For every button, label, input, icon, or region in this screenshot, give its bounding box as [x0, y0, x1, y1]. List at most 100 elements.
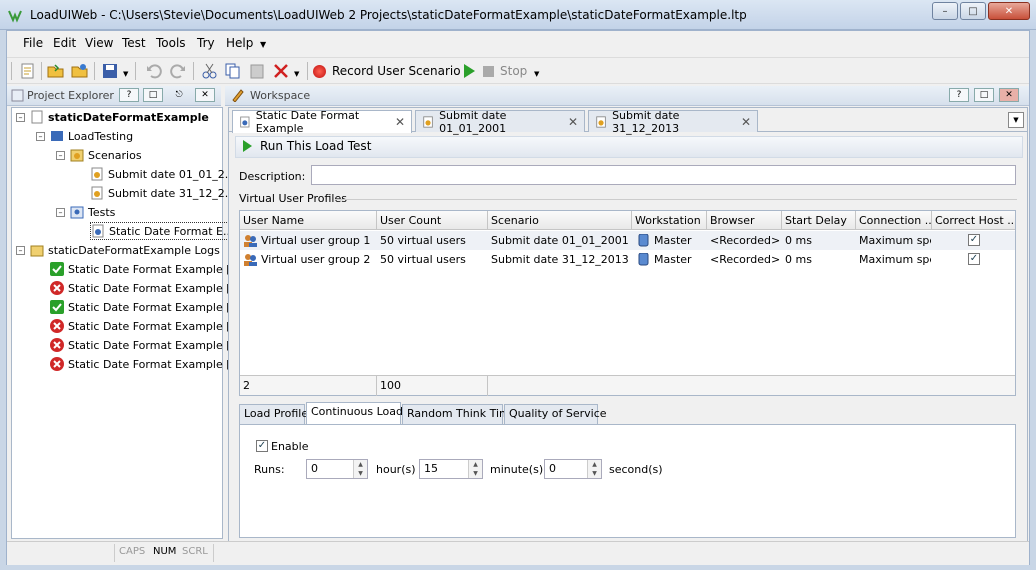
hours-label: hour(s): [376, 463, 416, 476]
explorer-pin-button[interactable]: ⎋: [169, 88, 189, 102]
open-folder-icon[interactable]: [47, 62, 65, 80]
close-tab-icon[interactable]: ✕: [741, 115, 751, 129]
save-dropdown-icon[interactable]: ▼: [123, 70, 128, 78]
hours-stepper[interactable]: 0 ▲▼: [306, 459, 368, 479]
tab-continuous-load[interactable]: Continuous Load: [306, 402, 401, 425]
table-row[interactable]: Virtual user group 1 50 virtual users Su…: [240, 231, 1015, 250]
column-header[interactable]: Start Delay: [785, 214, 855, 227]
delete-dropdown-icon[interactable]: ▼: [294, 70, 299, 78]
explorer-close-button[interactable]: ✕: [195, 88, 215, 102]
tree-log-item[interactable]: Static Date Format Example [...: [50, 298, 241, 316]
workspace-icon: [231, 88, 245, 102]
main-frame: File Edit View Test Tools Try Help ▼ ▼ ▼…: [6, 30, 1030, 565]
copy-icon[interactable]: [224, 62, 242, 80]
fail-error-icon: [50, 357, 64, 371]
correct-host-checkbox[interactable]: ✓: [968, 234, 980, 246]
stepper-arrows-icon[interactable]: ▲▼: [353, 460, 367, 478]
explorer-help-button[interactable]: ?: [119, 88, 139, 102]
tree-test-item[interactable]: Static Date Format E...: [90, 222, 237, 240]
menu-edit[interactable]: Edit: [53, 36, 76, 50]
tree-scenario-item[interactable]: Submit date 31_12_2...: [90, 184, 235, 202]
cell-workstation: Master: [654, 234, 706, 247]
column-header[interactable]: User Count: [380, 214, 485, 227]
expand-toggle[interactable]: –: [16, 113, 25, 122]
seconds-stepper[interactable]: 0 ▲▼: [544, 459, 602, 479]
expand-toggle[interactable]: –: [56, 208, 65, 217]
close-tab-icon[interactable]: ✕: [568, 115, 578, 129]
expand-toggle[interactable]: –: [36, 132, 45, 141]
stepper-arrows-icon[interactable]: ▲▼: [468, 460, 482, 478]
cut-icon[interactable]: [201, 62, 219, 80]
tab-static-date-format[interactable]: Static Date Format Example ✕: [232, 110, 412, 133]
title-bar: LoadUIWeb - C:\Users\Stevie\Documents\Lo…: [0, 0, 1036, 30]
maximize-button[interactable]: □: [960, 2, 986, 20]
stop-icon: [483, 66, 494, 77]
workspace-close-button[interactable]: ✕: [999, 88, 1019, 102]
stepper-arrows-icon[interactable]: ▲▼: [587, 460, 601, 478]
tree-log-item[interactable]: Static Date Format Example [...: [50, 279, 241, 297]
correct-host-checkbox[interactable]: ✓: [968, 253, 980, 265]
column-header[interactable]: Connection ...: [859, 214, 931, 227]
tab-submit-date-2013[interactable]: Submit date 31_12_2013 ✕: [588, 110, 758, 132]
tree-root[interactable]: staticDateFormatExample: [30, 108, 209, 126]
profiles-label: Virtual User Profiles: [239, 192, 347, 205]
menu-file[interactable]: File: [23, 36, 43, 50]
record-scenario-button[interactable]: Record User Scenario: [313, 61, 461, 81]
tree-tests[interactable]: Tests: [70, 203, 115, 221]
workspace-panel: Static Date Format Example ✕ Submit date…: [228, 107, 1028, 563]
tree-scenario-item[interactable]: Submit date 01_01_2...: [90, 165, 235, 183]
menu-try[interactable]: Try: [197, 36, 215, 50]
minutes-stepper[interactable]: 15 ▲▼: [419, 459, 483, 479]
explorer-restore-button[interactable]: □: [143, 88, 163, 102]
close-button[interactable]: ✕: [988, 2, 1030, 20]
undo-icon[interactable]: [145, 62, 163, 80]
column-header[interactable]: Correct Host ...: [935, 214, 1013, 227]
tree-log-item[interactable]: Static Date Format Example [...: [50, 336, 241, 354]
save-icon[interactable]: [101, 62, 119, 80]
tab-list-dropdown-icon[interactable]: ▼: [1008, 112, 1024, 128]
column-header[interactable]: Browser: [710, 214, 780, 227]
delete-icon[interactable]: [272, 62, 290, 80]
expand-toggle[interactable]: –: [56, 151, 65, 160]
menu-view[interactable]: View: [85, 36, 113, 50]
redo-icon[interactable]: [169, 62, 187, 80]
cell-browser: <Recorded>: [710, 234, 780, 247]
minimize-button[interactable]: –: [932, 2, 958, 20]
minutes-value: 15: [424, 462, 438, 475]
tree-logs[interactable]: staticDateFormatExample Logs: [30, 241, 220, 259]
menu-overflow-icon[interactable]: ▼: [260, 40, 266, 49]
menu-test[interactable]: Test: [122, 36, 146, 50]
table-row[interactable]: Virtual user group 2 50 virtual users Su…: [240, 250, 1015, 269]
workstation-icon: [638, 253, 649, 266]
enable-checkbox[interactable]: ✓: [256, 440, 268, 452]
stop-button[interactable]: Stop: [483, 61, 527, 81]
column-header[interactable]: User Name: [243, 214, 373, 227]
description-input[interactable]: [311, 165, 1016, 185]
tab-label: Submit date 31_12_2013: [612, 109, 731, 135]
column-header[interactable]: Scenario: [491, 214, 629, 227]
new-project-icon[interactable]: [19, 62, 37, 80]
project-explorer-icon: [11, 89, 24, 102]
paste-icon[interactable]: [248, 62, 266, 80]
table-footer: 2 100: [240, 375, 1015, 395]
menu-tools[interactable]: Tools: [156, 36, 186, 50]
close-tab-icon[interactable]: ✕: [395, 115, 405, 129]
workspace-restore-button[interactable]: □: [974, 88, 994, 102]
column-header[interactable]: Workstation: [635, 214, 705, 227]
play-icon[interactable]: [460, 62, 478, 80]
tree-log-item[interactable]: Static Date Format Example [...: [50, 317, 241, 335]
tab-load-profile[interactable]: Load Profile: [239, 404, 305, 424]
tree-scenarios[interactable]: Scenarios: [70, 146, 142, 164]
menu-help[interactable]: Help: [226, 36, 253, 50]
tree-log-item[interactable]: Static Date Format Example [...: [50, 260, 241, 278]
expand-toggle[interactable]: –: [16, 246, 25, 255]
open-recent-icon[interactable]: [71, 62, 89, 80]
workspace-help-button[interactable]: ?: [949, 88, 969, 102]
tab-random-think-time[interactable]: Random Think Time: [402, 404, 503, 424]
tab-quality-of-service[interactable]: Quality of Service: [504, 404, 598, 424]
stop-dropdown-icon[interactable]: ▼: [534, 70, 539, 78]
tree-load-testing[interactable]: LoadTesting: [50, 127, 133, 145]
tab-submit-date-2001[interactable]: Submit date 01_01_2001 ✕: [415, 110, 585, 132]
tree-log-item[interactable]: Static Date Format Example [...: [50, 355, 241, 373]
run-load-test-button[interactable]: Run This Load Test: [240, 139, 371, 153]
